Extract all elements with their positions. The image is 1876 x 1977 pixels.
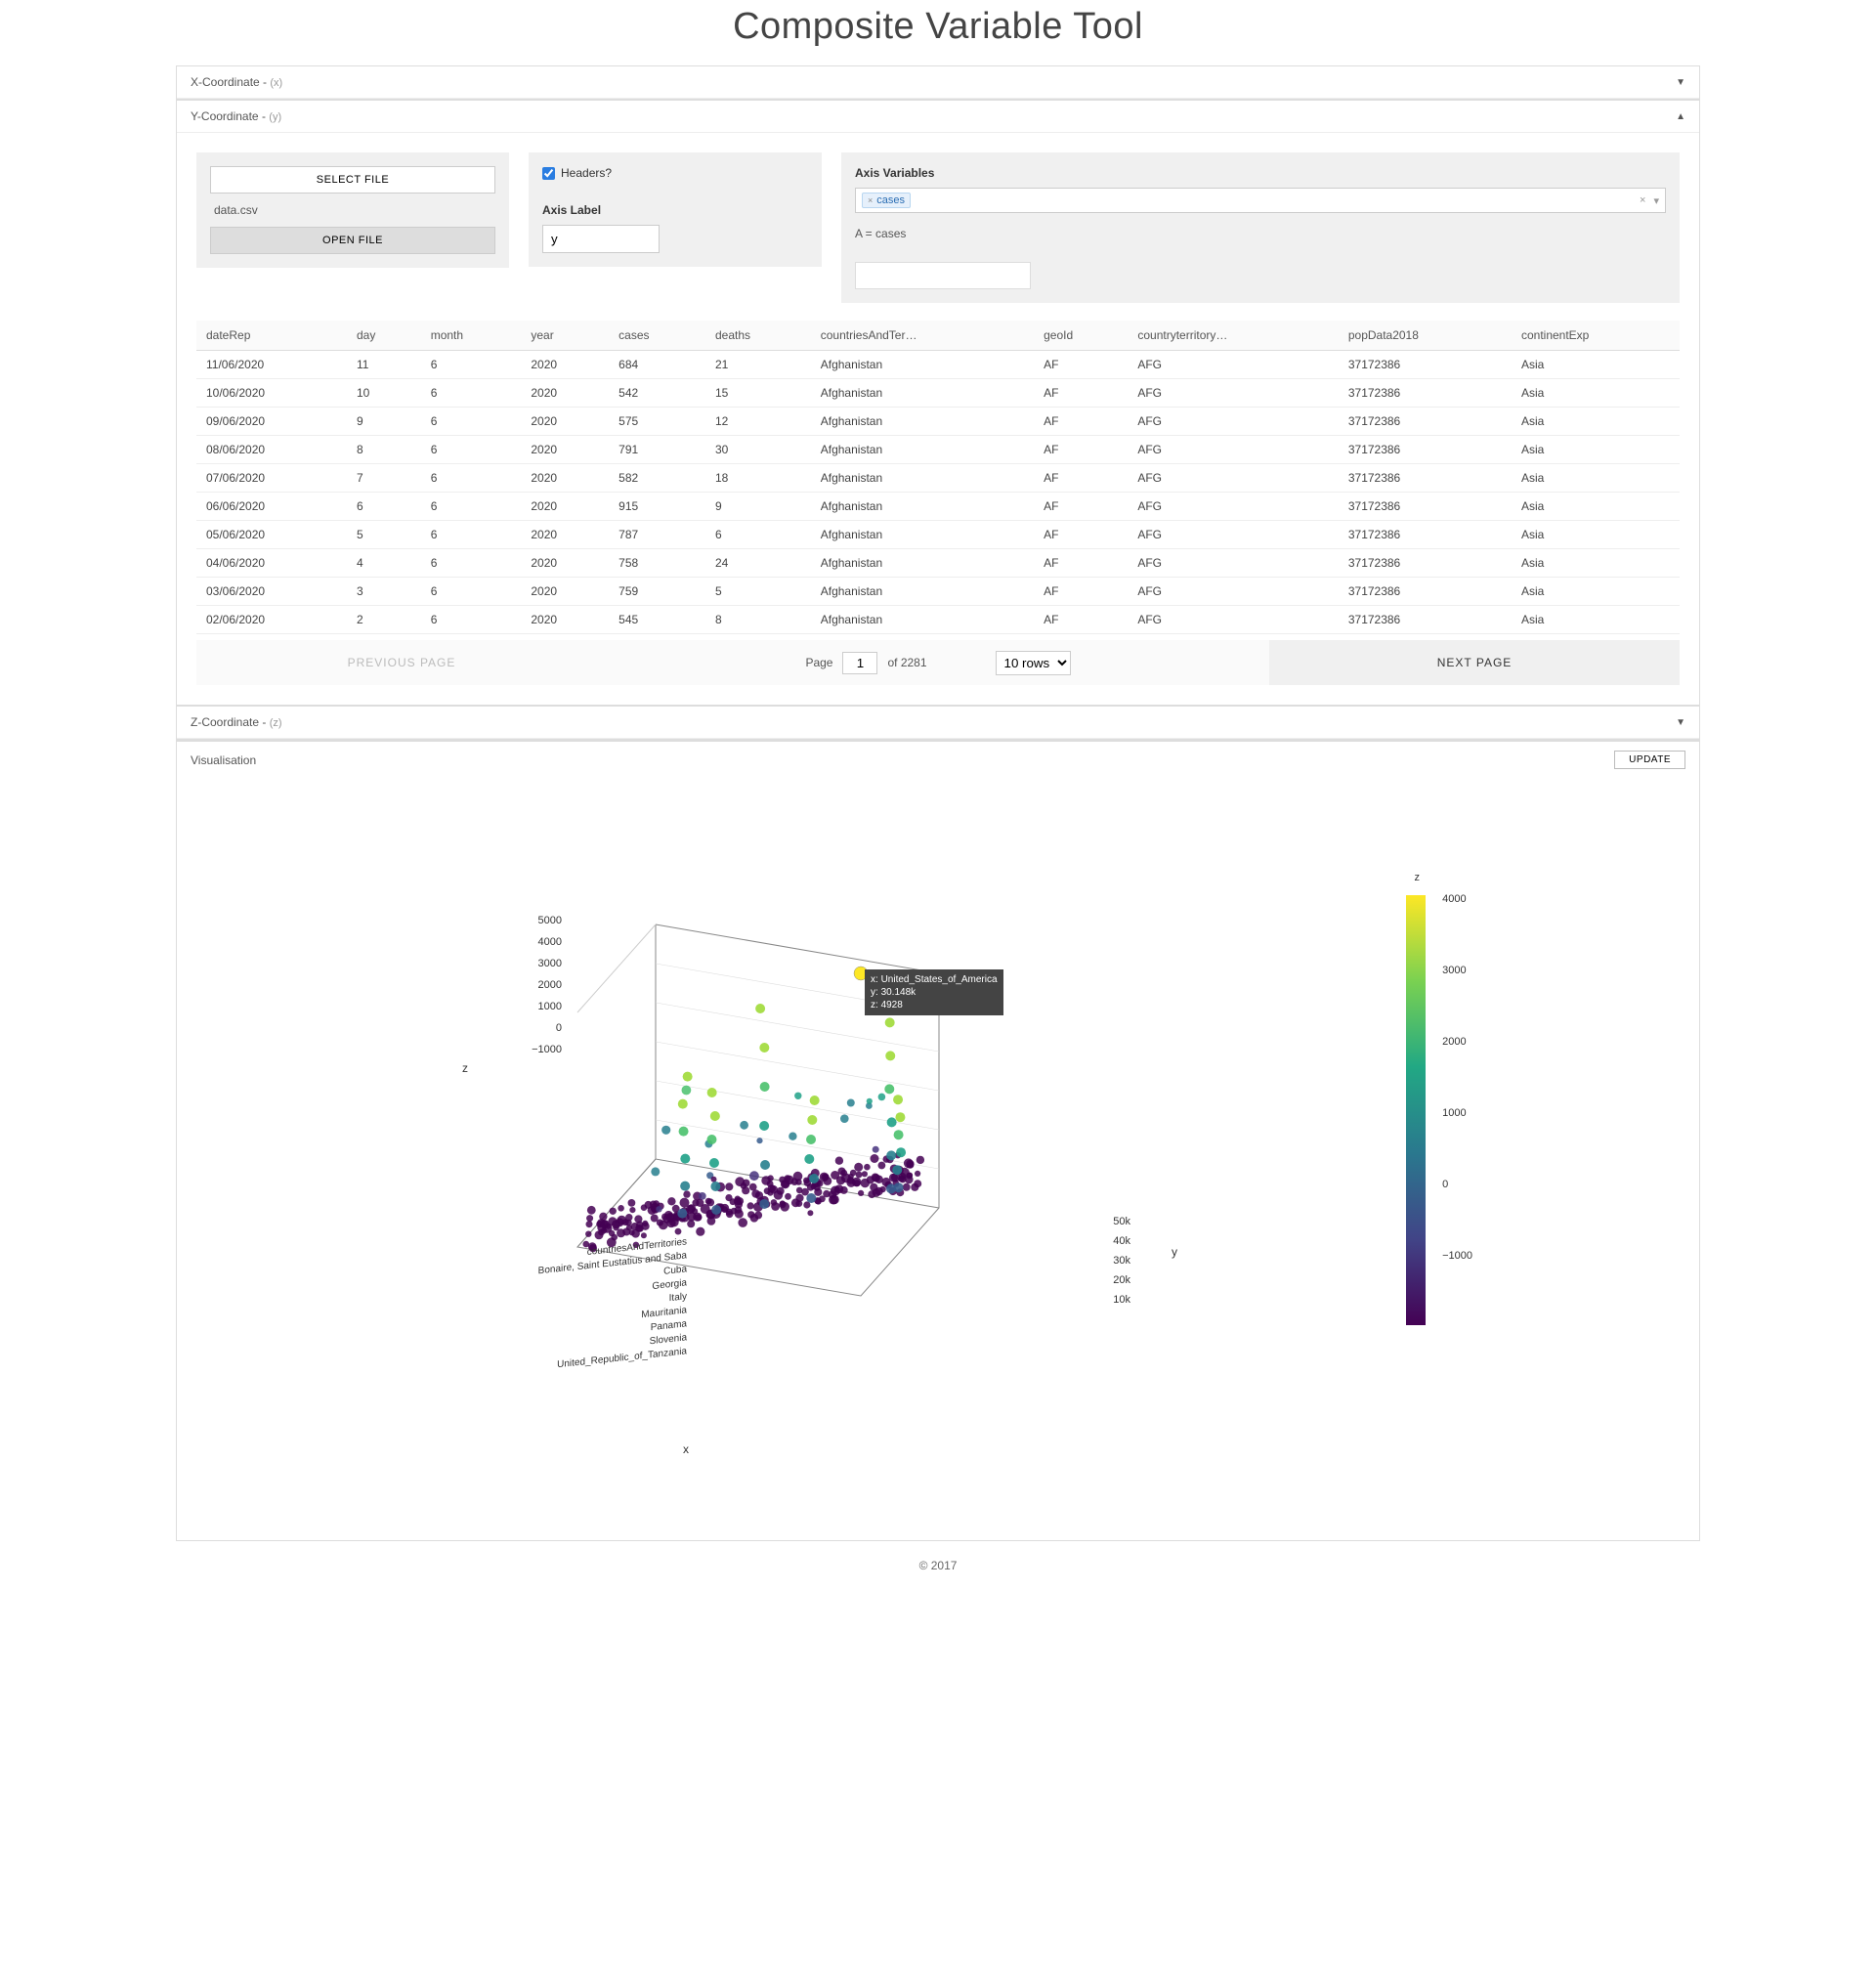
table-row: 11/06/2020116202068421AfghanistanAFAFG37… (196, 351, 1680, 379)
axis-expression: A = cases (855, 227, 1666, 240)
select-file-button[interactable]: SELECT FILE (210, 166, 495, 193)
table-row: 08/06/202086202079130AfghanistanAFAFG371… (196, 436, 1680, 464)
panel-y-label: Y-Coordinate - (191, 109, 269, 123)
headers-checkbox[interactable] (542, 167, 555, 180)
table-header[interactable]: continentExp (1512, 321, 1680, 351)
headers-box: Headers? Axis Label (529, 152, 822, 267)
table-row: 07/06/202076202058218AfghanistanAFAFG371… (196, 464, 1680, 493)
table-header[interactable]: popData2018 (1339, 321, 1512, 351)
z-axis-ticks: 5000 4000 3000 2000 1000 0 −1000 (493, 915, 562, 1065)
page-input[interactable] (842, 652, 877, 674)
dropdown-icon[interactable]: ▾ (1653, 194, 1659, 207)
table-row: 05/06/20205620207876AfghanistanAFAFG3717… (196, 521, 1680, 549)
page-label: Page (805, 656, 832, 669)
table-header[interactable]: dateRep (196, 321, 347, 351)
viz-area[interactable]: 5000 4000 3000 2000 1000 0 −1000 z count… (177, 778, 1699, 1540)
colorbar-ticks: 4000 3000 2000 1000 0 −1000 (1442, 893, 1472, 1321)
colorbar (1406, 895, 1426, 1325)
axis-label-input[interactable] (542, 225, 660, 253)
z-axis-label: z (462, 1061, 468, 1075)
table-header[interactable]: deaths (705, 321, 811, 351)
axis-vars-box: Axis Variables × cases × ▾ A = cases (841, 152, 1680, 303)
axis-formula-input[interactable] (855, 262, 1031, 289)
update-button[interactable]: UPDATE (1614, 751, 1685, 769)
data-table: dateRepdaymonthyearcasesdeathscountriesA… (196, 321, 1680, 634)
panel-header-y[interactable]: Y-Coordinate - (y) ▲ (177, 101, 1699, 133)
table-row: 10/06/2020106202054215AfghanistanAFAFG37… (196, 379, 1680, 408)
rows-select[interactable]: 10 rows (996, 651, 1071, 675)
table-row: 06/06/20206620209159AfghanistanAFAFG3717… (196, 493, 1680, 521)
scatter3d-plot[interactable]: 5000 4000 3000 2000 1000 0 −1000 z count… (568, 915, 1076, 1345)
axis-vars-title: Axis Variables (855, 166, 1666, 180)
axis-var-tag[interactable]: × cases (862, 193, 911, 208)
panel-z-var: (z) (270, 717, 282, 729)
headers-label: Headers? (561, 166, 612, 180)
table-row: 09/06/202096202057512AfghanistanAFAFG371… (196, 408, 1680, 436)
y-axis-label: y (1172, 1245, 1177, 1259)
file-box: SELECT FILE data.csv OPEN FILE (196, 152, 509, 268)
axis-vars-multiselect[interactable]: × cases × ▾ (855, 188, 1666, 213)
table-header[interactable]: countryterritory… (1128, 321, 1339, 351)
table-header[interactable]: month (421, 321, 522, 351)
pager: PREVIOUS PAGE Page of 2281 10 rows NEXT … (196, 640, 1680, 685)
open-file-button[interactable]: OPEN FILE (210, 227, 495, 254)
panel-header-z[interactable]: Z-Coordinate - (z) ▼ (177, 707, 1699, 739)
file-name: data.csv (210, 193, 495, 227)
tag-remove-icon[interactable]: × (868, 195, 873, 205)
prev-page-button: PREVIOUS PAGE (196, 640, 607, 685)
headers-checkbox-row[interactable]: Headers? (542, 166, 808, 180)
chevron-up-icon: ▲ (1676, 111, 1685, 122)
x-axis-label: x (683, 1442, 689, 1456)
clear-icon[interactable]: × (1640, 194, 1645, 206)
panel-x-label: X-Coordinate - (191, 75, 270, 89)
panel-z-label: Z-Coordinate - (191, 715, 270, 729)
chevron-down-icon: ▼ (1676, 77, 1685, 88)
panel-header-x[interactable]: X-Coordinate - (x) ▼ (177, 66, 1699, 99)
axis-label-title: Axis Label (542, 203, 808, 217)
next-page-button[interactable]: NEXT PAGE (1269, 640, 1680, 685)
page-of: of 2281 (887, 656, 926, 669)
table-header[interactable]: countriesAndTer… (811, 321, 1034, 351)
hover-tooltip: x: United_States_of_America y: 30.148k z… (865, 969, 1003, 1015)
panel-y-var: (y) (269, 111, 281, 123)
y-axis-ticks: 50k 40k 30k 20k 10k (1113, 1216, 1130, 1313)
footer: © 2017 (176, 1541, 1700, 1602)
table-header[interactable]: geoId (1034, 321, 1128, 351)
page-title: Composite Variable Tool (176, 6, 1700, 48)
table-header[interactable]: year (521, 321, 609, 351)
tag-label: cases (876, 194, 905, 206)
x-axis-categories: countriesAndTerritories Bonaire, Saint E… (433, 1235, 687, 1385)
chevron-down-icon: ▼ (1676, 717, 1685, 728)
table-row: 03/06/20203620207595AfghanistanAFAFG3717… (196, 578, 1680, 606)
colorbar-title: z (1415, 872, 1421, 883)
panel-header-viz: Visualisation UPDATE (177, 741, 1699, 778)
table-row: 02/06/20202620205458AfghanistanAFAFG3717… (196, 606, 1680, 634)
table-header[interactable]: day (347, 321, 421, 351)
panel-x-var: (x) (270, 77, 282, 89)
table-header[interactable]: cases (609, 321, 705, 351)
viz-title: Visualisation (191, 753, 256, 767)
table-row: 04/06/202046202075824AfghanistanAFAFG371… (196, 549, 1680, 578)
